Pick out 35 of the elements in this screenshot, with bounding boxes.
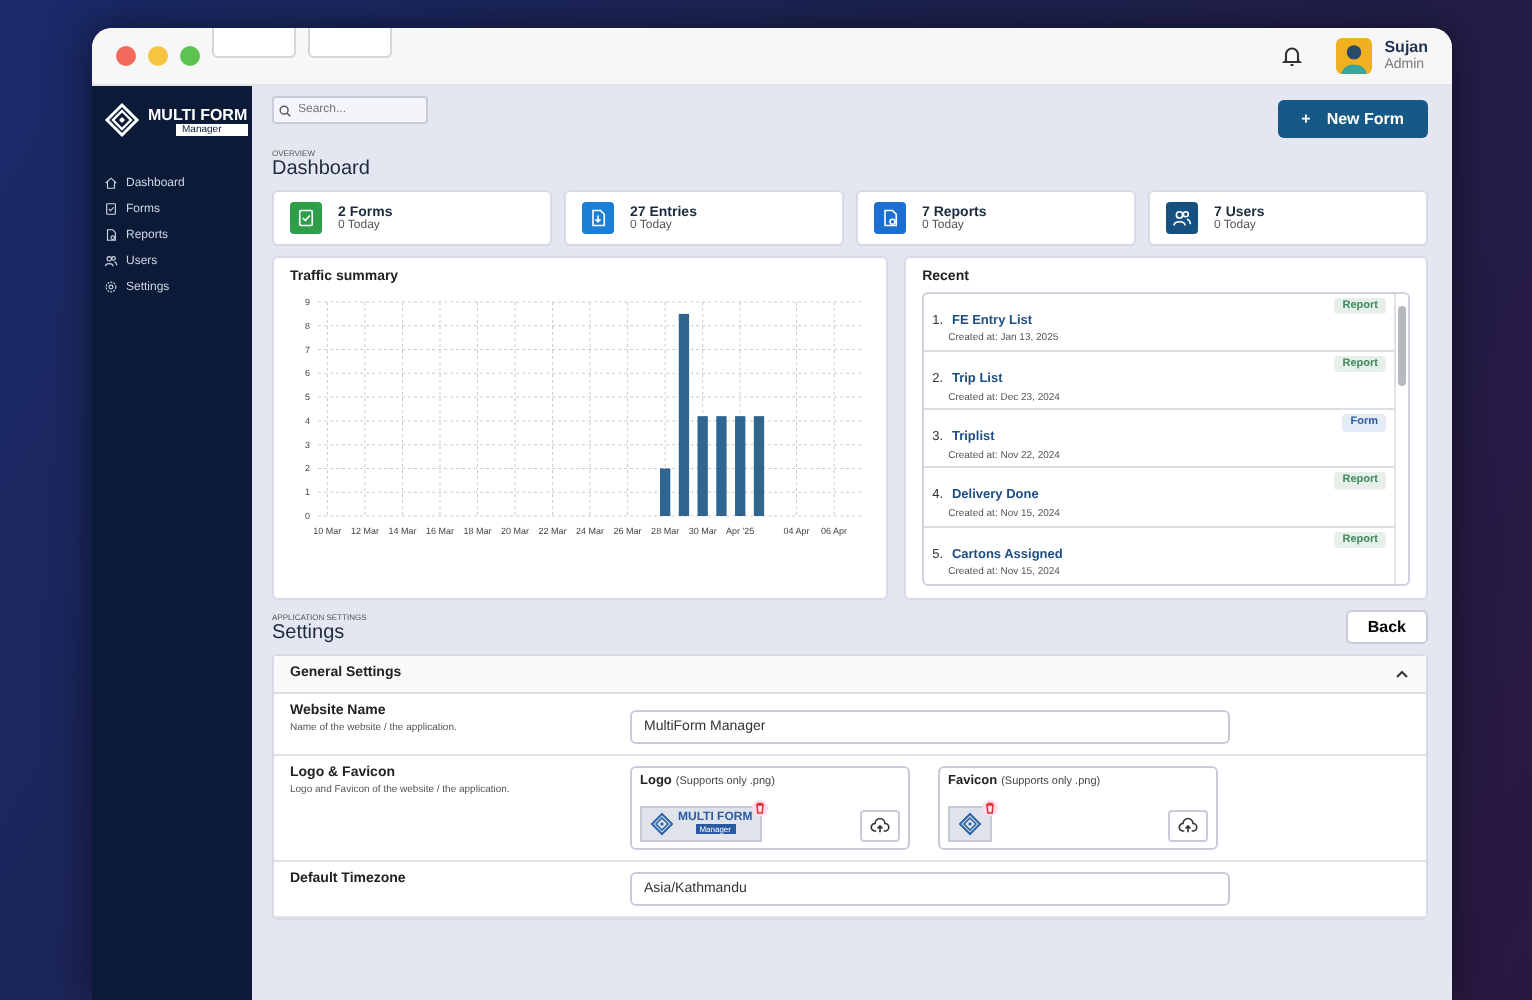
traffic-bar [660, 468, 671, 516]
bell-icon[interactable] [1280, 44, 1305, 68]
cloud-upload-icon [870, 815, 890, 836]
document-icon [588, 208, 608, 228]
search-icon [278, 103, 292, 117]
brand-title: MULTI FORM [148, 105, 248, 123]
upload-button[interactable] [1168, 809, 1208, 842]
logo-icon [104, 102, 140, 138]
traffic-bar [753, 416, 765, 516]
cloud-upload-icon [1178, 815, 1198, 836]
scrollbar[interactable] [1393, 294, 1408, 584]
trash-icon[interactable] [982, 799, 998, 816]
users-icon [104, 254, 118, 268]
avatar-icon[interactable] [1336, 38, 1373, 74]
logo-icon [958, 811, 982, 836]
checklist-icon [104, 202, 118, 216]
traffic-bar [697, 416, 708, 516]
document-icon [880, 208, 900, 228]
page-title: Settings [272, 621, 347, 644]
users-icon [1172, 208, 1192, 228]
logo-icon [650, 811, 674, 836]
document-icon [104, 228, 118, 242]
back-button[interactable]: Back [1345, 609, 1428, 644]
traffic-bar [716, 416, 727, 516]
home-icon [104, 176, 118, 190]
traffic-bar [735, 416, 746, 516]
page-title: Dashboard [272, 158, 372, 180]
upload-button[interactable] [860, 809, 900, 842]
user-name: Sujan [1384, 39, 1428, 57]
settings-icon [104, 280, 118, 294]
checklist-icon [296, 208, 316, 228]
trash-icon[interactable] [752, 799, 769, 816]
chevron-icon[interactable] [1394, 665, 1410, 682]
new-form-button[interactable]: + New Form [1277, 100, 1428, 138]
close-button[interactable] [116, 46, 136, 66]
